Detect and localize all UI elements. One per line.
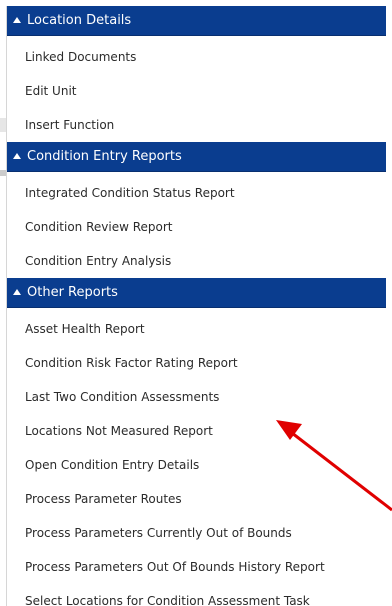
menu-item-open-condition-entry-details[interactable]: Open Condition Entry Details: [7, 448, 386, 482]
triangle-up-icon: [13, 289, 21, 295]
menu-item-asset-health-report[interactable]: Asset Health Report: [7, 308, 386, 346]
menu-item-insert-function[interactable]: Insert Function: [7, 108, 386, 142]
section-header-other-reports[interactable]: Other Reports: [7, 278, 386, 308]
menu-item-integrated-condition-status-report[interactable]: Integrated Condition Status Report: [7, 172, 386, 210]
menu-item-select-locations-for-condition-assessment-task[interactable]: Select Locations for Condition Assessmen…: [7, 584, 386, 606]
section-title: Location Details: [27, 13, 132, 28]
section-title: Other Reports: [27, 285, 118, 300]
menu-item-locations-not-measured-report[interactable]: Locations Not Measured Report: [7, 414, 386, 448]
menu-item-process-parameters-out-of-bounds-history-report[interactable]: Process Parameters Out Of Bounds History…: [7, 550, 386, 584]
triangle-up-icon: [13, 153, 21, 159]
section-header-condition-entry-reports[interactable]: Condition Entry Reports: [7, 142, 386, 172]
section-header-location-details[interactable]: Location Details: [7, 6, 386, 36]
section-title: Condition Entry Reports: [27, 149, 182, 164]
page: Location Details Linked Documents Edit U…: [0, 0, 392, 606]
menu-item-process-parameters-currently-out-of-bounds[interactable]: Process Parameters Currently Out of Boun…: [7, 516, 386, 550]
menu-item-last-two-condition-assessments[interactable]: Last Two Condition Assessments: [7, 380, 386, 414]
menu-item-condition-risk-factor-rating-report[interactable]: Condition Risk Factor Rating Report: [7, 346, 386, 380]
menu-item-linked-documents[interactable]: Linked Documents: [7, 36, 386, 74]
context-menu: Location Details Linked Documents Edit U…: [6, 6, 386, 606]
menu-item-condition-entry-analysis[interactable]: Condition Entry Analysis: [7, 244, 386, 278]
triangle-up-icon: [13, 17, 21, 23]
menu-item-process-parameter-routes[interactable]: Process Parameter Routes: [7, 482, 386, 516]
menu-item-condition-review-report[interactable]: Condition Review Report: [7, 210, 386, 244]
menu-item-edit-unit[interactable]: Edit Unit: [7, 74, 386, 108]
